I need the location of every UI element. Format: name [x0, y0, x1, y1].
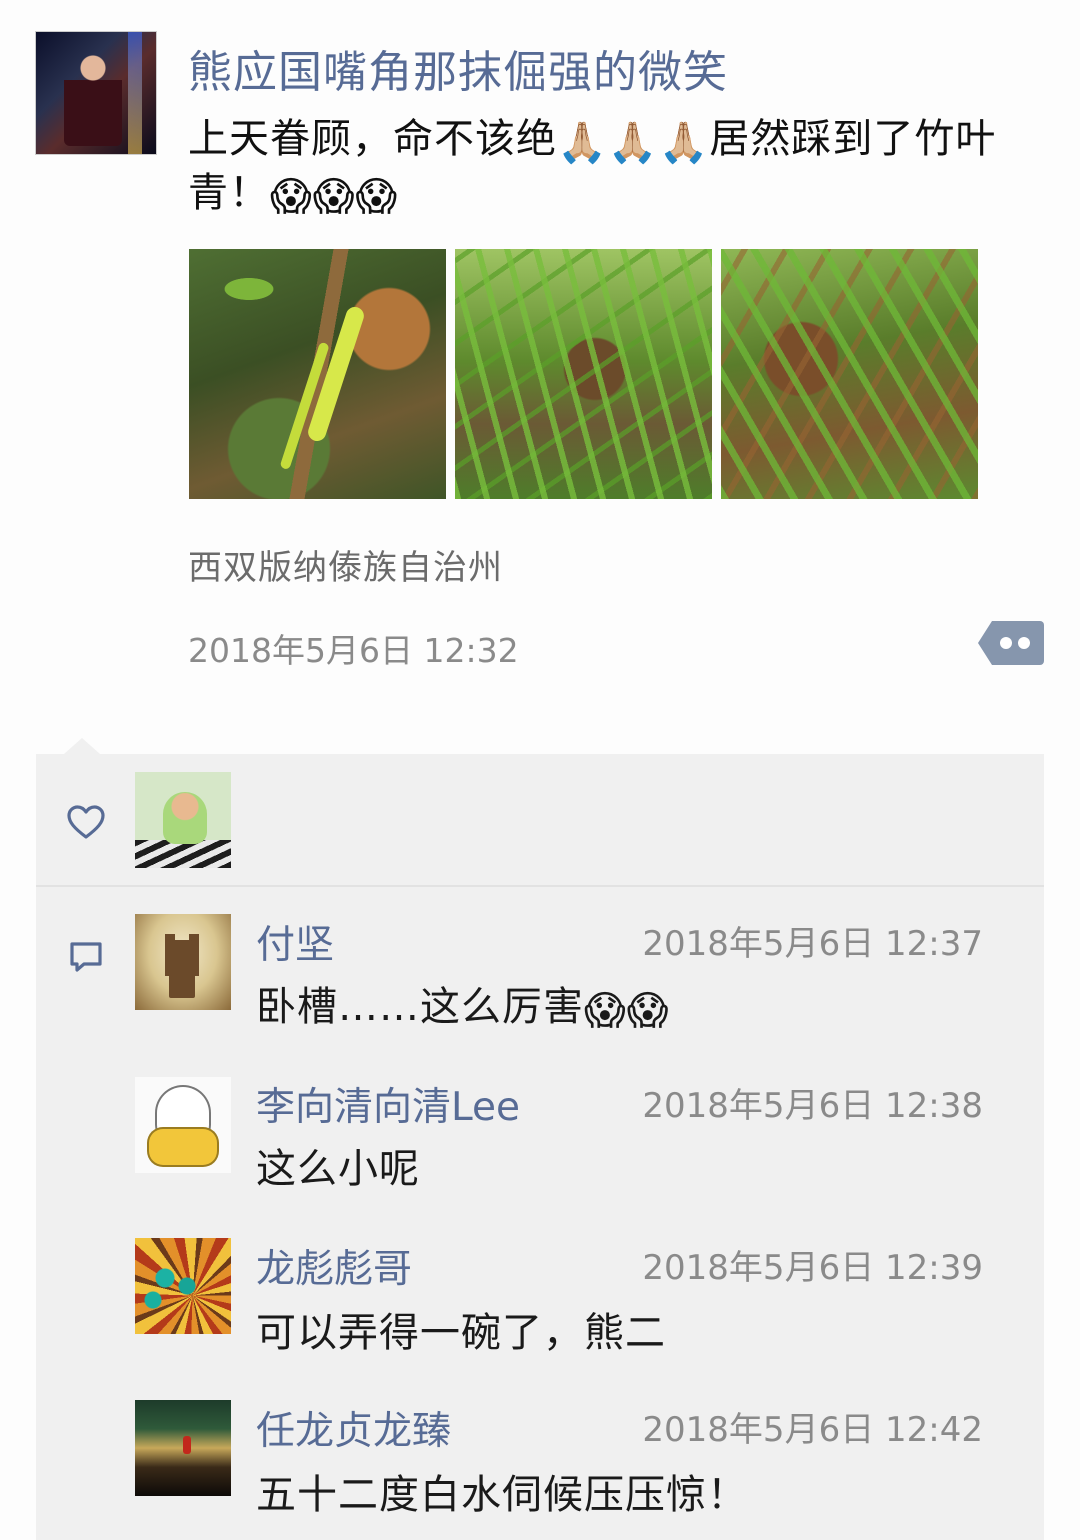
commenter-avatar[interactable]	[135, 1077, 231, 1173]
pray-emoji: 🙏🏼🙏🏼🙏🏼	[557, 120, 710, 166]
commenter-name[interactable]: 任龙贞龙臻	[256, 1400, 451, 1456]
commenter-name[interactable]: 龙彪彪哥	[256, 1238, 412, 1294]
commenter-avatar[interactable]	[135, 914, 231, 1010]
post-text: 上天眷顾，命不该绝🙏🏼🙏🏼🙏🏼居然踩到了竹叶青！😱😱😱	[188, 112, 1038, 220]
poster-name[interactable]: 熊应国嘴角那抹倔强的微笑	[188, 36, 728, 100]
comment-text: 这么小呢	[256, 1146, 420, 1192]
comment-text: 可以弄得一碗了，熊二	[256, 1310, 666, 1356]
more-dots-icon	[1018, 637, 1030, 649]
commenter-avatar[interactable]	[135, 1238, 231, 1334]
comment-timestamp: 2018年5月6日 12:37	[642, 924, 983, 964]
like-divider	[36, 885, 1044, 887]
more-dots-icon	[1000, 637, 1012, 649]
heart-icon	[67, 805, 105, 839]
commenter-name[interactable]: 付坚	[256, 914, 334, 970]
panel-pointer	[64, 738, 100, 754]
comment-text: 卧槽……这么厉害😱😱	[256, 974, 669, 1032]
scream-emoji: 😱😱	[584, 988, 670, 1034]
post-text-part1: 上天眷顾，命不该绝	[188, 116, 557, 162]
commenter-name[interactable]: 李向清向清Lee	[256, 1076, 520, 1132]
post-timestamp: 2018年5月6日 12:32	[188, 631, 519, 670]
more-button[interactable]	[978, 621, 1044, 665]
post-photo-1[interactable]	[189, 249, 446, 499]
post-photo-3[interactable]	[721, 249, 978, 499]
comment-text: 五十二度白水伺候压压惊！	[256, 1472, 748, 1518]
post-location[interactable]: 西双版纳傣族自治州	[188, 540, 503, 589]
comment-timestamp: 2018年5月6日 12:39	[642, 1248, 983, 1288]
comment-text-body: 卧槽……这么厉害	[256, 984, 584, 1030]
comment-timestamp: 2018年5月6日 12:38	[642, 1086, 983, 1126]
comment-timestamp: 2018年5月6日 12:42	[642, 1410, 983, 1450]
liker-avatar[interactable]	[135, 772, 231, 868]
poster-avatar[interactable]	[36, 32, 156, 154]
post-photo-2[interactable]	[455, 249, 712, 499]
scream-emoji: 😱😱😱	[270, 174, 399, 220]
comment-bubble-icon	[70, 942, 102, 972]
commenter-avatar[interactable]	[135, 1400, 231, 1496]
